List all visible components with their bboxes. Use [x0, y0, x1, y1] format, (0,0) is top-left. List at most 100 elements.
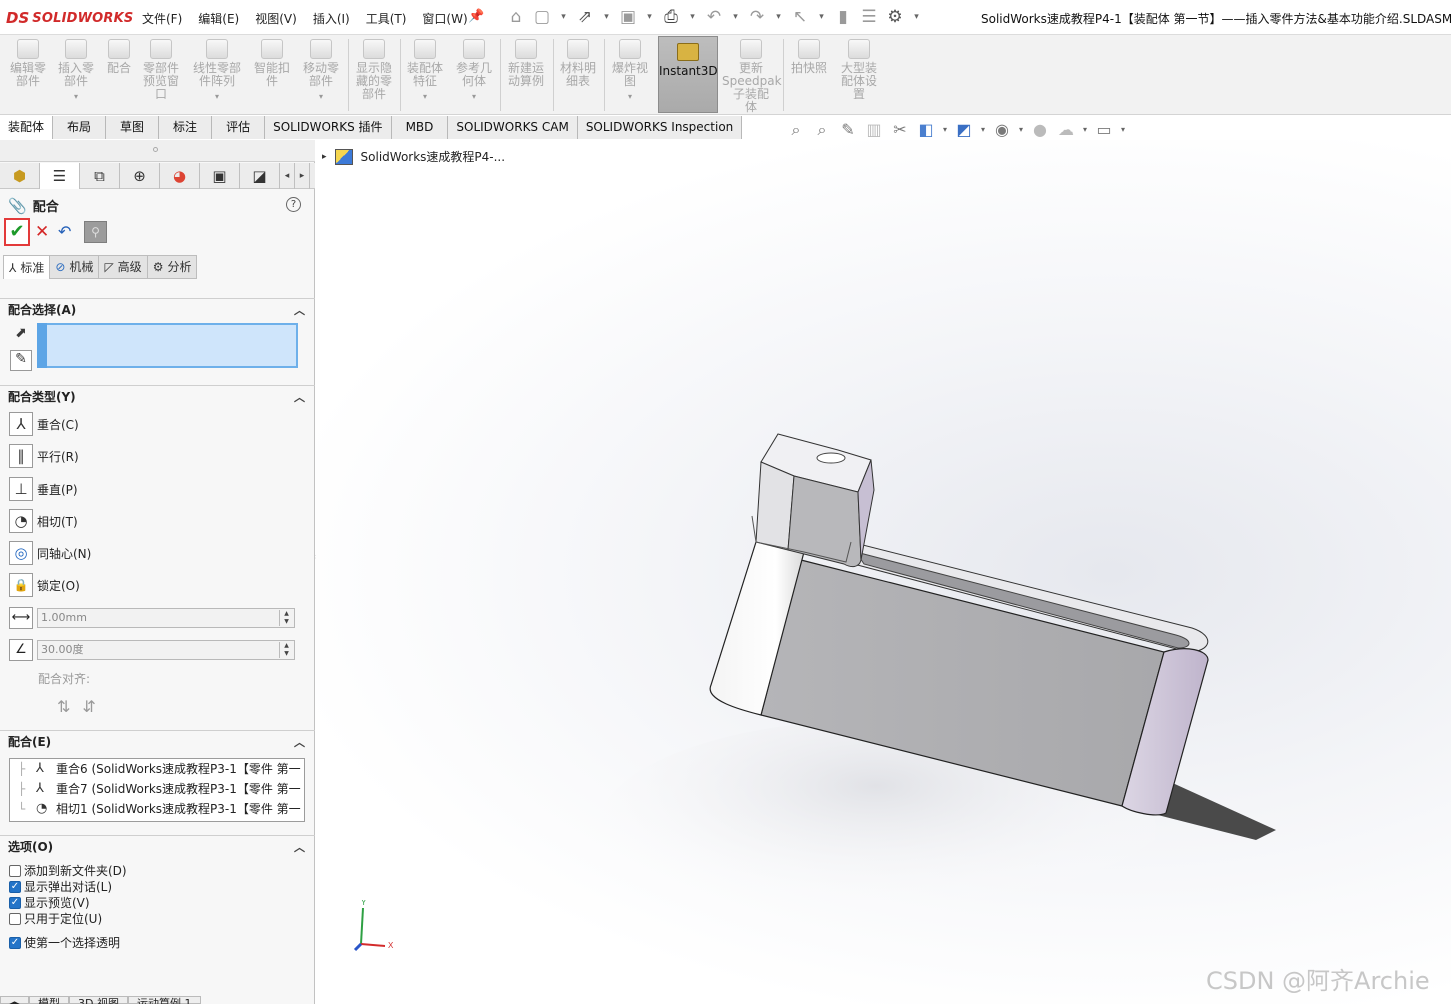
multiple-mate-icon[interactable]: ✎ [10, 350, 32, 371]
dynamic-annotation-icon[interactable]: ✂ [890, 120, 910, 140]
tab-analysis[interactable]: ⚙ 分析 [146, 255, 198, 279]
option-add-to-folder[interactable]: 添加到新文件夹(D) [9, 862, 127, 879]
undo-icon[interactable]: ↶ [706, 7, 722, 27]
spinner-arrows-icon[interactable]: ▲ ▼ [279, 610, 293, 626]
menu-tools[interactable]: 工具(T) [366, 10, 415, 27]
tab-inspection[interactable]: SOLIDWORKS Inspection [577, 116, 743, 139]
chevron-down-icon[interactable]: ▾ [818, 7, 825, 27]
collapse-icon[interactable]: ︿ [294, 300, 305, 322]
mate-type-perpendicular[interactable]: ⊥ 垂直(P) [9, 477, 78, 501]
chevron-down-icon[interactable]: ▾ [452, 90, 496, 103]
speedpak-button[interactable]: 更新 Speedpak 子装配 体 [722, 39, 782, 114]
tab-cam[interactable]: SOLIDWORKS CAM [448, 116, 578, 139]
assembly-model[interactable] [316, 140, 1451, 1004]
mate-type-parallel[interactable]: ∥ 平行(R) [9, 444, 79, 468]
chevron-down-icon[interactable]: ▾ [1082, 120, 1088, 140]
home-icon[interactable]: ⌂ [508, 7, 524, 27]
chevron-down-icon[interactable]: ▾ [942, 120, 948, 140]
ok-button[interactable]: ✔ [4, 218, 30, 246]
checkbox[interactable]: ✓ [9, 896, 21, 909]
mate-selections-header[interactable]: 配合选择(A) ︿ [0, 298, 315, 318]
snapshot-button[interactable]: 拍快照 [786, 39, 832, 75]
collapse-icon[interactable]: ︿ [294, 732, 305, 754]
menu-edit[interactable]: 编辑(E) [198, 10, 247, 27]
graphics-area[interactable]: ▸ SolidWorks速成教程P4-... Y X CSDN @阿齐Archi… [316, 140, 1451, 1004]
large-assembly-button[interactable]: 大型装 配体设 置 [836, 39, 882, 101]
tab-feature-tree[interactable]: ⬢ [0, 163, 40, 189]
view-settings-icon[interactable]: ▭ [1094, 120, 1114, 140]
select-icon[interactable]: ↖ [792, 7, 808, 27]
chevron-down-icon[interactable]: ▾ [188, 90, 246, 103]
chevron-down-icon[interactable]: ▾ [689, 7, 696, 27]
redo-icon[interactable]: ↷ [749, 7, 765, 27]
rebuild-icon[interactable]: ▮ [835, 7, 851, 27]
save-icon[interactable]: ▣ [620, 7, 636, 27]
chevron-down-icon[interactable]: ▾ [1018, 120, 1024, 140]
anti-aligned-icon[interactable]: ⇵ [82, 697, 95, 716]
tab-addins[interactable]: SOLIDWORKS 插件 [265, 116, 392, 139]
splitter-handle-icon[interactable] [153, 147, 158, 152]
mate-type-concentric[interactable]: ◎ 同轴心(N) [9, 541, 91, 565]
mate-button[interactable]: 配合 [102, 39, 136, 75]
tab-assembly[interactable]: 装配体 [0, 116, 54, 139]
motion-study-button[interactable]: 新建运 动算例 [503, 39, 549, 88]
preview-window-button[interactable]: 零部件 预览窗 口 [138, 39, 184, 101]
previous-view-icon[interactable]: ✎ [838, 120, 858, 140]
mate-type-tangent[interactable]: ◔ 相切(T) [9, 509, 78, 533]
tab-configuration-manager[interactable]: ⧉ [80, 163, 120, 189]
option-show-popup[interactable]: ✓ 显示弹出对话(L) [9, 878, 112, 895]
checkbox[interactable]: ✓ [9, 936, 21, 949]
aligned-icon[interactable]: ⇅ [57, 697, 70, 716]
tab-mechanical-mates[interactable]: ⊘ 机械 [49, 255, 99, 279]
checkbox[interactable] [9, 864, 21, 877]
pin-menu-icon[interactable]: 📌 [468, 9, 484, 24]
chevron-down-icon[interactable]: ▾ [775, 7, 782, 27]
edit-appearance-icon[interactable]: ● [1030, 120, 1050, 140]
linear-pattern-button[interactable]: 线性零部 件阵列 ▾ [188, 39, 246, 103]
chevron-down-icon[interactable]: ▾ [1120, 120, 1126, 140]
list-item[interactable]: └ ◔ 相切1 (SolidWorks速成教程P3-1【零件 第一 [10, 799, 304, 819]
solidworks-logo[interactable]: DS SOLIDWORKS [6, 8, 133, 28]
menu-view[interactable]: 视图(V) [255, 10, 305, 27]
distance-input[interactable]: 1.00mm ▲ ▼ [37, 608, 295, 628]
new-doc-icon[interactable]: ▢ [534, 7, 550, 27]
chevron-down-icon[interactable]: ▾ [980, 120, 986, 140]
mate-type-lock[interactable]: 🔒 锁定(O) [9, 573, 80, 597]
open-icon[interactable]: ⇗ [577, 7, 593, 27]
mates-header[interactable]: 配合(E) ︿ [0, 730, 315, 750]
section-view-icon[interactable]: ▥ [864, 120, 884, 140]
reference-geometry-button[interactable]: 参考几 何体 ▾ [452, 39, 496, 103]
menu-insert[interactable]: 插入(I) [313, 10, 358, 27]
tab-sketch[interactable]: 草图 [106, 116, 160, 139]
tab-model[interactable]: 模型 [29, 996, 70, 1004]
list-item[interactable]: ├ ⅄ 重合7 (SolidWorks速成教程P3-1【零件 第一 [10, 779, 304, 799]
zoom-area-icon[interactable]: ⌕ [812, 120, 832, 140]
tab-inspection-manager[interactable]: ◪ [240, 163, 280, 189]
tab-cam-manager[interactable]: ▣ [200, 163, 240, 189]
pane-splitter[interactable] [0, 140, 315, 162]
collapse-icon[interactable]: ︿ [294, 837, 305, 859]
checkbox[interactable] [9, 912, 21, 925]
tab-scroll-icon[interactable]: ◂▸ [0, 996, 30, 1004]
tab-layout[interactable]: 布局 [53, 116, 107, 139]
option-show-preview[interactable]: ✓ 显示预览(V) [9, 894, 90, 911]
tab-markup[interactable]: 标注 [159, 116, 213, 139]
chevron-down-icon[interactable]: ▾ [913, 7, 920, 27]
angle-icon[interactable]: ∠ [9, 639, 33, 661]
tab-mbd[interactable]: MBD [391, 116, 449, 139]
list-item[interactable]: ├ ⅄ 重合6 (SolidWorks速成教程P3-1【零件 第一 [10, 759, 304, 779]
spinner-arrows-icon[interactable]: ▲ ▼ [279, 642, 293, 658]
tab-scroll-left-icon[interactable]: ◂ [280, 163, 295, 189]
undo-button[interactable]: ↶ [58, 222, 71, 241]
zoom-fit-icon[interactable]: ⌕ [786, 120, 806, 140]
insert-component-button[interactable]: 插入零 部件 ▾ [54, 39, 98, 103]
collapse-icon[interactable]: ︿ [294, 387, 305, 409]
tab-standard-mates[interactable]: ⅄ 标准 [3, 255, 50, 279]
show-hidden-button[interactable]: 显示隐 藏的零 部件 [352, 39, 396, 101]
file-props-icon[interactable]: ☰ [861, 7, 877, 27]
explode-view-button[interactable]: 爆炸视 图 ▾ [608, 39, 652, 103]
help-icon[interactable]: ? [286, 197, 301, 212]
mate-selection-list[interactable] [37, 323, 298, 368]
tab-property-manager[interactable]: ☰ [40, 163, 80, 189]
tab-advanced-mates[interactable]: ◸ 高级 [98, 255, 147, 279]
